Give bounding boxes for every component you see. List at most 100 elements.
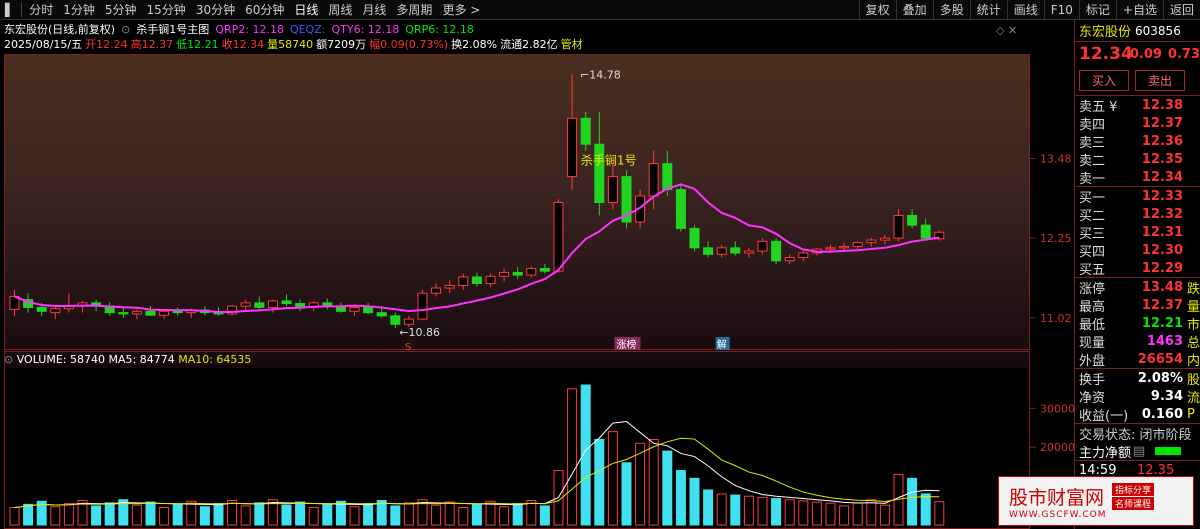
period-more[interactable]: 更多 > (437, 0, 485, 20)
volume-bar (539, 505, 550, 526)
candle-body (607, 176, 618, 204)
period-daily[interactable]: 日线 (289, 0, 323, 20)
bid-row: 买四 12.30 (1075, 241, 1200, 260)
volume-bar (512, 503, 523, 526)
candle-body (866, 239, 877, 244)
list-icon[interactable]: ▤ (1133, 444, 1145, 459)
volume-bar (199, 506, 210, 526)
candle-body (567, 117, 578, 178)
candle-body (254, 302, 265, 308)
volume-bar (23, 503, 34, 526)
period-monthly[interactable]: 月线 (357, 0, 391, 20)
add-watchlist-button[interactable]: +自选 (1115, 0, 1163, 20)
tag-zhangting: 涨榜 (617, 338, 637, 351)
bid-book: 买一 12.33 买二 12.32 买三 12.31 买四 12.30 买五 12.29 (1075, 187, 1200, 278)
candle-body (431, 287, 442, 294)
ask-label: 卖四 (1079, 117, 1106, 133)
period-5min[interactable]: 5分钟 (100, 0, 142, 20)
watermark-top: 股市财富网 指标分享 名师课程 (1009, 482, 1193, 510)
volume-bar (825, 502, 836, 526)
stat-label: 最高 (1079, 299, 1106, 315)
volume-header: ⊙ VOLUME: 58740 MA5: 84774 MA10: 64535 (4, 353, 251, 366)
volume-axis-label: 20000 (1040, 441, 1074, 454)
stats-button[interactable]: 统计 (969, 0, 1007, 20)
volume-bar (866, 499, 877, 526)
volume-ma5: MA5: 84774 (108, 353, 175, 366)
tag-s: S (405, 342, 411, 353)
volume-bar (431, 504, 442, 526)
period-multi[interactable]: 多周期 (391, 0, 437, 20)
stat2-value: 0.160 (1141, 406, 1183, 422)
ask-row: 卖三 12.36 (1075, 132, 1200, 151)
volume-bar (499, 506, 510, 526)
volume-ma10-line (14, 437, 940, 508)
stat-extra: 内 (1187, 353, 1200, 369)
period-1min[interactable]: 1分钟 (58, 0, 100, 20)
candle-body (145, 310, 156, 316)
volume-bar (839, 505, 850, 526)
candle-body (458, 276, 469, 286)
back-button[interactable]: 返回 (1162, 0, 1200, 20)
volume-bar (363, 503, 374, 526)
kline-chart-area[interactable]: 东宏股份(日线,前复权) ⊙ 杀手锏1号主图 QRP2: 12.18 QEQZ:… (0, 20, 1074, 529)
multi-stock-button[interactable]: 多股 (932, 0, 970, 20)
watermark-tag2: 名师课程 (1112, 496, 1155, 510)
volume-bar (213, 503, 224, 526)
mark-button[interactable]: 标记 (1078, 0, 1116, 20)
volume-dropdown-icon[interactable]: ⊙ (4, 353, 13, 366)
draw-line-button[interactable]: 画线 (1006, 0, 1044, 20)
candle-body (580, 117, 591, 145)
volume-bar (743, 495, 754, 526)
volume-bar (172, 503, 183, 526)
high-price-label: ⌐14.78 (580, 68, 621, 81)
ask-price: 12.37 (1141, 115, 1183, 131)
stat-row: 涨停 13.48 跌 (1075, 278, 1200, 297)
volume-bar (934, 501, 945, 526)
ask-row: 卖二 12.35 (1075, 150, 1200, 169)
period-30min[interactable]: 30分钟 (191, 0, 240, 20)
candle-body (730, 247, 741, 254)
volume-bar (227, 500, 238, 526)
stat-value: 26654 (1137, 351, 1183, 367)
ma-line (14, 183, 940, 313)
candle-body (771, 240, 782, 262)
bid-price: 12.29 (1141, 260, 1183, 276)
overlay-button[interactable]: 叠加 (895, 0, 933, 20)
main-flow-row[interactable]: 主力净额 ▤ (1075, 442, 1200, 460)
fuquan-button[interactable]: 复权 (858, 0, 896, 20)
period-fenshi[interactable]: 分时 (24, 0, 58, 20)
volume-bar (771, 498, 782, 526)
buy-button[interactable]: 买入 (1079, 70, 1130, 91)
f10-button[interactable]: F10 (1043, 0, 1079, 20)
bid-label: 买二 (1079, 208, 1106, 224)
stat-label: 现量 (1079, 335, 1106, 351)
candle-body (839, 246, 850, 249)
volume-bar (104, 502, 115, 526)
toolbar-menu-icon[interactable]: ▌ (0, 0, 19, 20)
volume-bar (757, 496, 768, 526)
period-60min[interactable]: 60分钟 (240, 0, 289, 20)
stat-row: 现量 1463 总 (1075, 332, 1200, 351)
candle-body (390, 315, 401, 325)
candle-body (689, 227, 700, 249)
status-block: 交易状态: 闭市阶段 主力净额 ▤ (1075, 424, 1200, 461)
stat-extra: 量 (1187, 299, 1200, 315)
volume-bar (322, 503, 333, 526)
main-flow-label: 主力净额 (1079, 445, 1132, 461)
candle-body (499, 271, 510, 277)
price-axis-label: 12.25 (1040, 232, 1072, 245)
price-change: 0.09 (1129, 46, 1162, 62)
ask-label: 卖三 (1079, 135, 1106, 151)
volume-bar (675, 470, 686, 526)
candle-body (675, 189, 686, 229)
volume-bar (281, 504, 292, 526)
candle-body (349, 306, 360, 312)
period-15min[interactable]: 15分钟 (142, 0, 191, 20)
period-weekly[interactable]: 周线 (323, 0, 357, 20)
trade-status: 交易状态: 闭市阶段 (1079, 427, 1192, 443)
candle-body (798, 252, 809, 259)
price-change-pct: 0.73 (1167, 46, 1200, 62)
sell-button[interactable]: 卖出 (1135, 70, 1186, 91)
bid-row: 买一 12.33 (1075, 187, 1200, 206)
volume-bar (458, 507, 469, 526)
